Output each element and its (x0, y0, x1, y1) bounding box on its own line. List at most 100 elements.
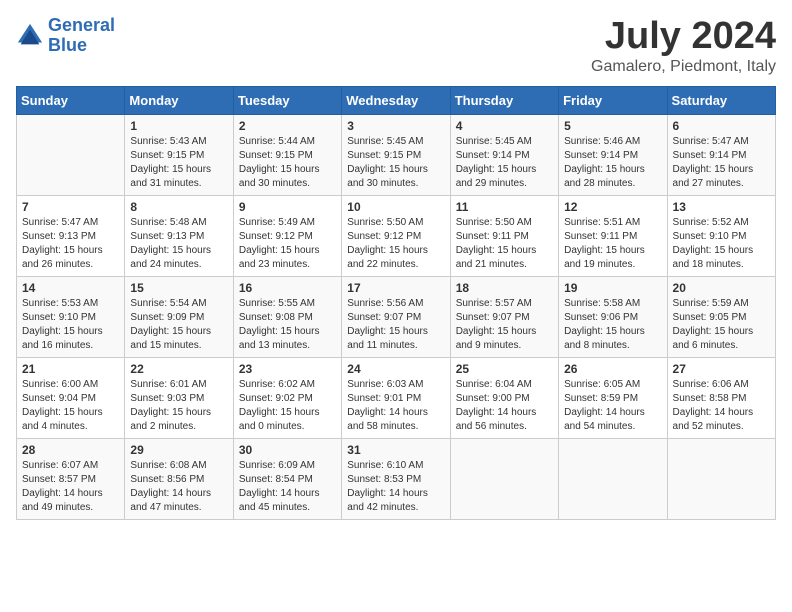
day-number: 13 (673, 200, 770, 214)
weekday-header-saturday: Saturday (667, 86, 775, 114)
day-info: Sunrise: 5:43 AMSunset: 9:15 PMDaylight:… (130, 135, 227, 191)
calendar-week-row: 28 Sunrise: 6:07 AMSunset: 8:57 PMDayligh… (17, 438, 776, 519)
day-number: 15 (130, 281, 227, 295)
calendar-cell: 7Sunrise: 5:47 AMSunset: 9:13 PMDaylight… (17, 195, 125, 276)
day-info: Sunrise: 5:46 AMSunset: 9:14 PMDaylight:… (564, 135, 661, 191)
calendar-cell: 31 Sunrise: 6:10 AMSunset: 8:53 PMDayligh… (342, 438, 450, 519)
calendar-cell (667, 438, 775, 519)
weekday-header-row: SundayMondayTuesdayWednesdayThursdayFrid… (17, 86, 776, 114)
calendar-cell: 5 Sunrise: 5:46 AMSunset: 9:14 PMDaylight… (559, 114, 667, 195)
calendar-cell: 1 Sunrise: 5:43 AMSunset: 9:15 PMDaylight… (125, 114, 233, 195)
calendar-cell: 19Sunrise: 5:58 AMSunset: 9:06 PMDayligh… (559, 276, 667, 357)
day-info: Sunrise: 6:10 AMSunset: 8:53 PMDaylight:… (347, 459, 444, 515)
calendar-cell (17, 114, 125, 195)
day-number: 1 (130, 119, 227, 133)
day-info: Sunrise: 5:55 AMSunset: 9:08 PMDaylight:… (239, 297, 336, 353)
day-info: Sunrise: 5:57 AMSunset: 9:07 PMDaylight:… (456, 297, 553, 353)
calendar-week-row: 7Sunrise: 5:47 AMSunset: 9:13 PMDaylight… (17, 195, 776, 276)
day-number: 31 (347, 443, 444, 457)
calendar-cell (559, 438, 667, 519)
day-info: Sunrise: 5:44 AMSunset: 9:15 PMDaylight:… (239, 135, 336, 191)
calendar-cell: 24 Sunrise: 6:03 AMSunset: 9:01 PMDayligh… (342, 357, 450, 438)
calendar-cell (450, 438, 558, 519)
weekday-header-wednesday: Wednesday (342, 86, 450, 114)
calendar-cell: 26 Sunrise: 6:05 AMSunset: 8:59 PMDayligh… (559, 357, 667, 438)
day-info: Sunrise: 5:52 AMSunset: 9:10 PMDaylight:… (673, 216, 770, 272)
day-number: 28 (22, 443, 119, 457)
day-info: Sunrise: 5:45 AMSunset: 9:15 PMDaylight:… (347, 135, 444, 191)
calendar-cell: 25Sunrise: 6:04 AMSunset: 9:00 PMDayligh… (450, 357, 558, 438)
calendar-cell: 14Sunrise: 5:53 AMSunset: 9:10 PMDayligh… (17, 276, 125, 357)
weekday-header-tuesday: Tuesday (233, 86, 341, 114)
calendar-cell: 6Sunrise: 5:47 AMSunset: 9:14 PMDaylight… (667, 114, 775, 195)
calendar-cell: 17Sunrise: 5:56 AMSunset: 9:07 PMDayligh… (342, 276, 450, 357)
calendar-week-row: 1 Sunrise: 5:43 AMSunset: 9:15 PMDaylight… (17, 114, 776, 195)
day-info: Sunrise: 6:07 AMSunset: 8:57 PMDaylight:… (22, 459, 119, 515)
day-info: Sunrise: 6:02 AMSunset: 9:02 PMDaylight:… (239, 378, 336, 434)
day-number: 16 (239, 281, 336, 295)
calendar-cell: 11 Sunrise: 5:50 AMSunset: 9:11 PMDayligh… (450, 195, 558, 276)
day-info: Sunrise: 5:59 AMSunset: 9:05 PMDaylight:… (673, 297, 770, 353)
day-info: Sunrise: 6:05 AMSunset: 8:59 PMDaylight:… (564, 378, 661, 434)
calendar-cell: 18 Sunrise: 5:57 AMSunset: 9:07 PMDayligh… (450, 276, 558, 357)
day-number: 11 (456, 200, 553, 214)
calendar-cell: 29Sunrise: 6:08 AMSunset: 8:56 PMDayligh… (125, 438, 233, 519)
day-info: Sunrise: 5:50 AMSunset: 9:11 PMDaylight:… (456, 216, 553, 272)
calendar-cell: 21 Sunrise: 6:00 AMSunset: 9:04 PMDayligh… (17, 357, 125, 438)
weekday-header-monday: Monday (125, 86, 233, 114)
day-info: Sunrise: 6:00 AMSunset: 9:04 PMDaylight:… (22, 378, 119, 434)
logo: General Blue (16, 16, 115, 56)
calendar-cell: 10Sunrise: 5:50 AMSunset: 9:12 PMDayligh… (342, 195, 450, 276)
calendar-cell: 8Sunrise: 5:48 AMSunset: 9:13 PMDaylight… (125, 195, 233, 276)
day-number: 30 (239, 443, 336, 457)
calendar-cell: 22Sunrise: 6:01 AMSunset: 9:03 PMDayligh… (125, 357, 233, 438)
calendar-cell: 28 Sunrise: 6:07 AMSunset: 8:57 PMDayligh… (17, 438, 125, 519)
day-info: Sunrise: 6:06 AMSunset: 8:58 PMDaylight:… (673, 378, 770, 434)
day-number: 26 (564, 362, 661, 376)
day-info: Sunrise: 5:49 AMSunset: 9:12 PMDaylight:… (239, 216, 336, 272)
day-number: 9 (239, 200, 336, 214)
day-number: 20 (673, 281, 770, 295)
logo-line2: Blue (48, 35, 87, 55)
day-info: Sunrise: 6:03 AMSunset: 9:01 PMDaylight:… (347, 378, 444, 434)
calendar-cell: 4 Sunrise: 5:45 AMSunset: 9:14 PMDaylight… (450, 114, 558, 195)
calendar-cell: 30 Sunrise: 6:09 AMSunset: 8:54 PMDayligh… (233, 438, 341, 519)
calendar-cell: 15 Sunrise: 5:54 AMSunset: 9:09 PMDayligh… (125, 276, 233, 357)
day-number: 4 (456, 119, 553, 133)
calendar-week-row: 21 Sunrise: 6:00 AMSunset: 9:04 PMDayligh… (17, 357, 776, 438)
day-info: Sunrise: 5:53 AMSunset: 9:10 PMDaylight:… (22, 297, 119, 353)
month-title: July 2024 (591, 16, 776, 58)
calendar-cell: 23 Sunrise: 6:02 AMSunset: 9:02 PMDayligh… (233, 357, 341, 438)
calendar-cell: 2Sunrise: 5:44 AMSunset: 9:15 PMDaylight… (233, 114, 341, 195)
day-info: Sunrise: 5:54 AMSunset: 9:09 PMDaylight:… (130, 297, 227, 353)
day-number: 5 (564, 119, 661, 133)
calendar-cell: 9 Sunrise: 5:49 AMSunset: 9:12 PMDaylight… (233, 195, 341, 276)
day-number: 7 (22, 200, 119, 214)
day-number: 23 (239, 362, 336, 376)
calendar-week-row: 14Sunrise: 5:53 AMSunset: 9:10 PMDayligh… (17, 276, 776, 357)
day-info: Sunrise: 5:51 AMSunset: 9:11 PMDaylight:… (564, 216, 661, 272)
day-info: Sunrise: 5:45 AMSunset: 9:14 PMDaylight:… (456, 135, 553, 191)
calendar-cell: 27 Sunrise: 6:06 AMSunset: 8:58 PMDayligh… (667, 357, 775, 438)
day-info: Sunrise: 6:04 AMSunset: 9:00 PMDaylight:… (456, 378, 553, 434)
calendar-cell: 16 Sunrise: 5:55 AMSunset: 9:08 PMDayligh… (233, 276, 341, 357)
day-info: Sunrise: 6:09 AMSunset: 8:54 PMDaylight:… (239, 459, 336, 515)
day-number: 3 (347, 119, 444, 133)
day-number: 21 (22, 362, 119, 376)
logo-text: General Blue (48, 16, 115, 56)
weekday-header-sunday: Sunday (17, 86, 125, 114)
page-header: General Blue July 2024 Gamalero, Piedmon… (16, 16, 776, 76)
day-info: Sunrise: 5:50 AMSunset: 9:12 PMDaylight:… (347, 216, 444, 272)
day-number: 18 (456, 281, 553, 295)
day-number: 27 (673, 362, 770, 376)
logo-line1: General (48, 15, 115, 35)
day-info: Sunrise: 6:08 AMSunset: 8:56 PMDaylight:… (130, 459, 227, 515)
title-block: July 2024 Gamalero, Piedmont, Italy (591, 16, 776, 76)
weekday-header-thursday: Thursday (450, 86, 558, 114)
day-number: 6 (673, 119, 770, 133)
calendar-cell: 12Sunrise: 5:51 AMSunset: 9:11 PMDayligh… (559, 195, 667, 276)
day-number: 8 (130, 200, 227, 214)
weekday-header-friday: Friday (559, 86, 667, 114)
day-number: 24 (347, 362, 444, 376)
day-info: Sunrise: 6:01 AMSunset: 9:03 PMDaylight:… (130, 378, 227, 434)
